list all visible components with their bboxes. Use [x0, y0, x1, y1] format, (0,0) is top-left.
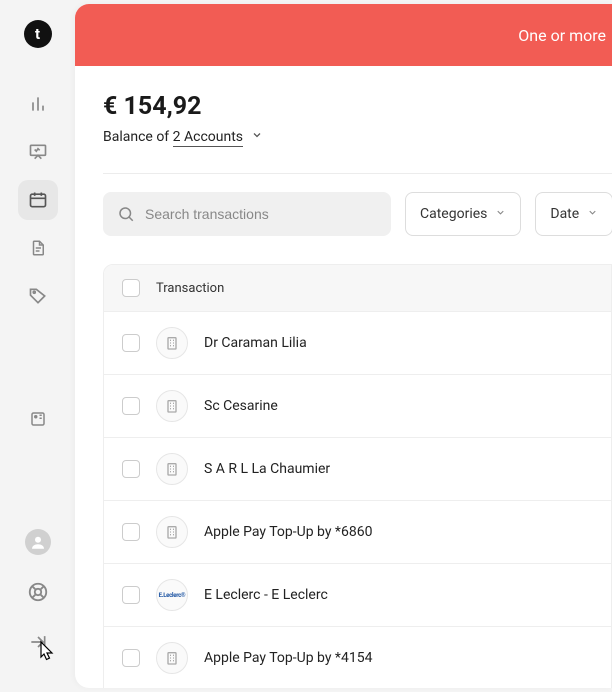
table-row[interactable]: Sc Cesarine — [104, 375, 611, 438]
nav-calendar-icon[interactable] — [18, 180, 58, 220]
merchant-name: S A R L La Chaumier — [204, 461, 330, 477]
search-icon — [117, 205, 135, 223]
chevron-down-icon — [495, 207, 506, 221]
filter-date[interactable]: Date — [535, 192, 612, 236]
building-icon — [156, 642, 188, 674]
row-checkbox[interactable] — [122, 460, 140, 478]
balance-label: Balance of — [103, 129, 173, 145]
nav-document-icon[interactable] — [18, 228, 58, 268]
nav-presentation-icon[interactable] — [18, 132, 58, 172]
building-icon — [156, 327, 188, 359]
alert-banner: One or more — [75, 4, 612, 66]
nav-app-icon[interactable] — [18, 399, 58, 439]
nav-analytics-icon[interactable] — [18, 84, 58, 124]
merchant-name: Apple Pay Top-Up by *6860 — [204, 524, 372, 540]
row-checkbox[interactable] — [122, 586, 140, 604]
balance-amount: € 154,92 — [103, 92, 612, 121]
filter-categories-label: Categories — [420, 206, 487, 222]
transactions-table: Transaction Dr Caraman Lilia Sc Cesarine S… — [103, 264, 612, 688]
column-header-transaction: Transaction — [156, 281, 224, 296]
table-row[interactable]: E.Leclerc® E Leclerc - E Leclerc — [104, 564, 611, 627]
app-logo[interactable]: t — [24, 20, 52, 48]
filter-categories[interactable]: Categories — [405, 192, 521, 236]
help-icon[interactable] — [18, 572, 58, 612]
chevron-down-icon — [587, 207, 598, 221]
nav-tag-icon[interactable] — [18, 276, 58, 316]
building-icon — [156, 453, 188, 485]
merchant-name: Dr Caraman Lilia — [204, 335, 307, 351]
table-header-row: Transaction — [104, 265, 611, 312]
row-checkbox[interactable] — [122, 649, 140, 667]
row-checkbox[interactable] — [122, 523, 140, 541]
table-row[interactable]: Apple Pay Top-Up by *4154 — [104, 627, 611, 688]
expand-sidebar-icon[interactable] — [18, 622, 58, 662]
table-row[interactable]: Dr Caraman Lilia — [104, 312, 611, 375]
alert-banner-text: One or more — [518, 26, 606, 45]
merchant-name: Sc Cesarine — [204, 398, 278, 414]
row-checkbox[interactable] — [122, 397, 140, 415]
filter-date-label: Date — [550, 206, 579, 222]
accounts-dropdown[interactable]: 2 Accounts — [173, 129, 243, 147]
row-checkbox[interactable] — [122, 334, 140, 352]
merchant-name: Apple Pay Top-Up by *4154 — [204, 650, 372, 666]
building-icon — [156, 390, 188, 422]
select-all-checkbox[interactable] — [122, 279, 140, 297]
building-icon — [156, 516, 188, 548]
chevron-down-icon[interactable] — [251, 129, 263, 145]
search-input[interactable] — [145, 206, 377, 222]
avatar[interactable] — [18, 522, 58, 562]
search-input-wrapper[interactable] — [103, 192, 391, 236]
table-row[interactable]: Apple Pay Top-Up by *6860 — [104, 501, 611, 564]
divider — [103, 173, 612, 174]
merchant-logo: E.Leclerc® — [156, 579, 188, 611]
merchant-name: E Leclerc - E Leclerc — [204, 587, 328, 603]
table-row[interactable]: S A R L La Chaumier — [104, 438, 611, 501]
